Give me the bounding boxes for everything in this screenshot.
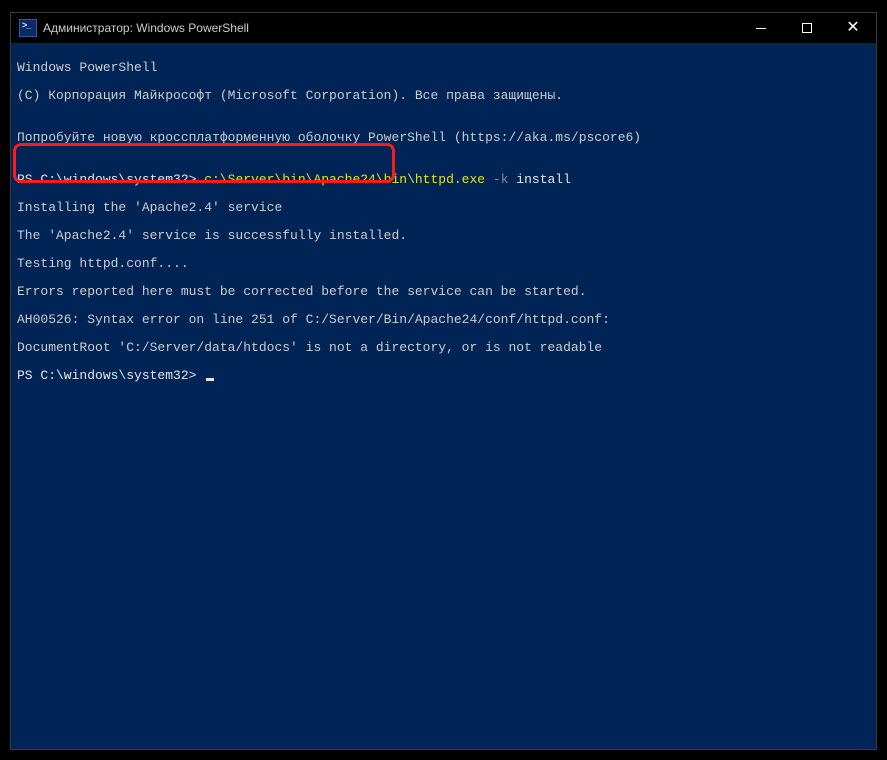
output-line: Installing the 'Apache2.4' service (17, 201, 876, 215)
command-path: c:\Server\bin\Apache24\bin\httpd.exe (204, 172, 485, 187)
powershell-window: Администратор: Windows PowerShell ✕ Wind… (10, 12, 877, 750)
cursor (206, 378, 214, 381)
prompt-prefix: PS C:\windows\system32> (17, 172, 204, 187)
output-line: (C) Корпорация Майкрософт (Microsoft Cor… (17, 89, 876, 103)
window-title: Администратор: Windows PowerShell (43, 21, 738, 35)
output-line: The 'Apache2.4' service is successfully … (17, 229, 876, 243)
command-flag: -k (485, 172, 508, 187)
minimize-button[interactable] (738, 13, 784, 43)
output-line: DocumentRoot 'C:/Server/data/htdocs' is … (17, 341, 876, 355)
prompt-prefix: PS C:\windows\system32> (17, 368, 204, 383)
output-line: Testing httpd.conf.... (17, 257, 876, 271)
titlebar[interactable]: Администратор: Windows PowerShell ✕ (11, 13, 876, 43)
command-arg: install (509, 172, 571, 187)
terminal-output[interactable]: Windows PowerShell (C) Корпорация Майкро… (11, 43, 876, 749)
maximize-button[interactable] (784, 13, 830, 43)
close-button[interactable]: ✕ (830, 13, 876, 43)
output-line: Errors reported here must be corrected b… (17, 285, 876, 299)
prompt-line: PS C:\windows\system32> (17, 369, 876, 383)
output-line: AH00526: Syntax error on line 251 of C:/… (17, 313, 876, 327)
powershell-icon (19, 19, 37, 37)
prompt-line: PS C:\windows\system32> c:\Server\bin\Ap… (17, 173, 876, 187)
output-line: Попробуйте новую кроссплатформенную обол… (17, 131, 876, 145)
output-line: Windows PowerShell (17, 61, 876, 75)
